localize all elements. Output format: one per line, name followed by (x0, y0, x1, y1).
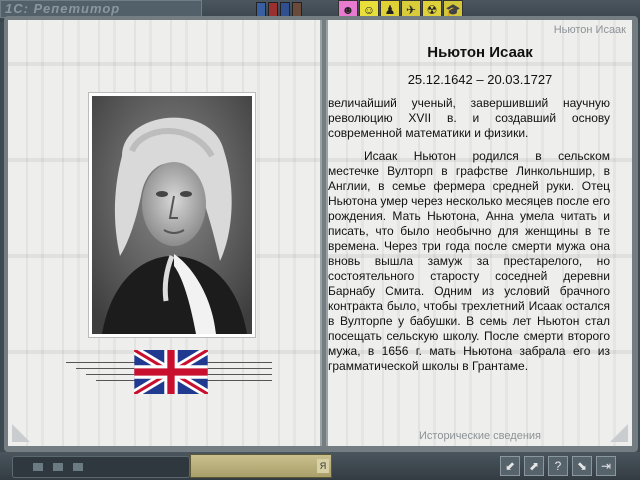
exit-button[interactable]: ⇥ (596, 456, 616, 476)
down-arrow-button[interactable]: ⬊ (572, 456, 592, 476)
forward-arrow-button[interactable]: ⬈ (524, 456, 544, 476)
portrait-frame (88, 92, 256, 338)
index-letter[interactable]: Я (317, 459, 329, 473)
next-page-corner[interactable] (610, 424, 628, 442)
nav-dot (73, 463, 83, 471)
biography-text: величайший ученый, завершивший научную р… (328, 96, 610, 426)
biography-paragraph: Исаак Ньютон родился в сельском местечке… (328, 149, 610, 373)
nav-dot (53, 463, 63, 471)
page-header: Ньютон Исаак (553, 24, 626, 36)
back-arrow-button[interactable]: ⬋ (500, 456, 520, 476)
nav-dot (33, 463, 43, 471)
person-name: Ньютон Исаак (427, 44, 533, 61)
help-button[interactable]: ? (548, 456, 568, 476)
portrait-image (92, 96, 252, 334)
uk-flag-icon[interactable] (134, 350, 208, 394)
prev-page-corner[interactable] (12, 424, 30, 442)
left-page (8, 20, 322, 446)
nav-panel (12, 456, 190, 478)
bottom-buttons: ⬋ ⬈? ⬊ ⇥ (500, 456, 616, 476)
index-panel[interactable]: Я (190, 454, 332, 478)
book: Ньютон Исаак Ньютон Исаак 25.12.1642 – 2… (4, 16, 638, 452)
life-dates: 25.12.1642 – 20.03.1727 (407, 72, 553, 87)
section-footer: Исторические сведения (419, 430, 541, 442)
bottom-toolbar: Я ⬋ ⬈? ⬊ ⇥ (0, 452, 640, 480)
biography-paragraph: величайший ученый, завершивший научную р… (328, 96, 610, 140)
right-page: Ньютон Исаак Ньютон Исаак 25.12.1642 – 2… (326, 20, 632, 446)
